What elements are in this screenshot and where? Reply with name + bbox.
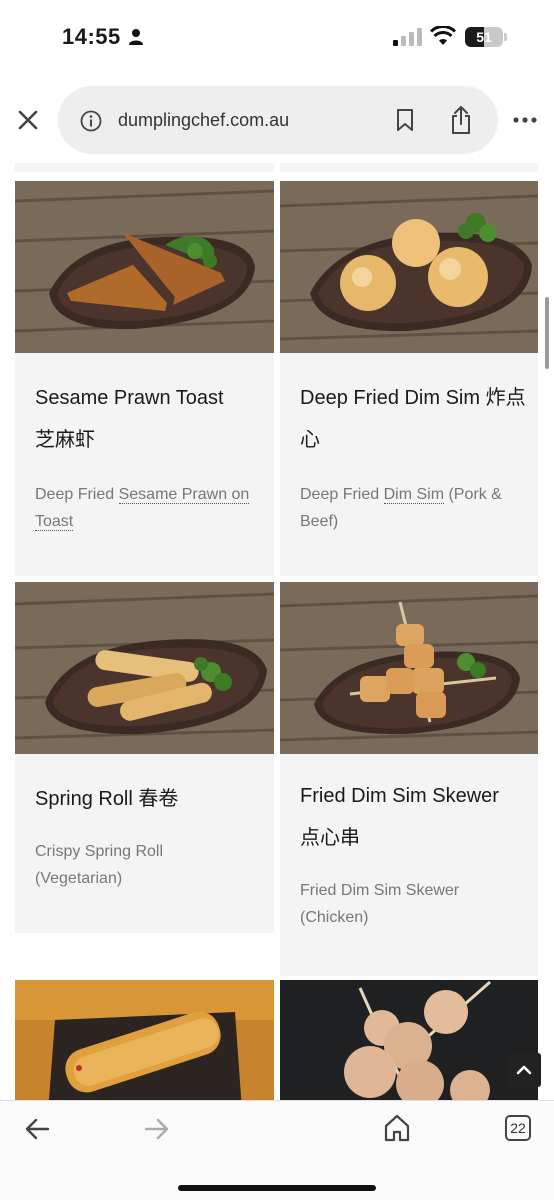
menu-card-partial [15,163,274,172]
menu-card[interactable]: Spring Roll 春卷 Crispy Spring Roll (Veget… [15,582,274,933]
status-bar: 14:55 51 [0,0,554,76]
menu-item-title: Fried Dim Sim Skewer [300,785,499,807]
person-icon [129,29,143,45]
menu-card[interactable]: Sesame Prawn Toast 芝麻虾 Deep Fried Sesame… [15,181,274,576]
share-icon[interactable] [449,105,473,135]
menu-item-description: Deep Fried Sesame Prawn on Toast [35,486,250,531]
menu-grid: Sesame Prawn Toast 芝麻虾 Deep Fried Sesame… [0,163,554,1100]
scroll-top-icon[interactable] [507,1053,541,1087]
menu-card[interactable]: Deep Fried Dim Sim 炸点心 Deep Fried Dim Si… [280,181,538,576]
home-indicator [178,1185,376,1191]
battery-level: 51 [476,29,492,45]
menu-item-description: Deep Fried Dim Sim (Pork & Beef) [300,486,502,530]
menu-item-title-cn: 春卷 [138,788,179,810]
menu-item-title: Sesame Prawn Toast [35,387,224,409]
menu-item-description: Crispy Spring Roll (Vegetarian) [35,843,164,887]
menu-item-image[interactable] [15,181,274,353]
address-bar[interactable]: dumplingchef.com.au [58,86,498,154]
menu-item-image[interactable] [280,181,538,353]
url-text[interactable]: dumplingchef.com.au [118,110,289,131]
menu-item-image[interactable] [15,582,274,754]
menu-card[interactable]: Fried Dim Sim Skewer 点心串 Fried Dim Sim S… [280,582,538,976]
back-arrow-icon[interactable] [24,1117,50,1141]
close-icon[interactable] [14,106,42,134]
forward-arrow-icon[interactable] [144,1117,170,1141]
menu-card-partial [280,163,538,172]
menu-item-title-cn: 芝麻虾 [35,429,95,451]
menu-card[interactable] [15,980,274,1100]
menu-card[interactable] [280,980,538,1100]
bottom-toolbar: 22 [0,1100,554,1200]
bookmark-icon[interactable] [394,108,416,132]
menu-item-title: Spring Roll 春卷 [35,788,179,810]
signal-icon [393,28,422,46]
wifi-icon [430,26,456,45]
tabs-button[interactable]: 22 [505,1115,531,1141]
browser-toolbar: dumplingchef.com.au [0,84,554,156]
menu-item-title: Deep Fried Dim Sim 炸点心 [300,387,526,451]
menu-item-title-cn: 点心串 [300,827,360,849]
more-icon[interactable] [512,112,538,128]
battery-icon: 51 [465,27,507,47]
info-icon[interactable] [80,110,102,132]
menu-item-description: Fried Dim Sim Skewer (Chicken) [300,882,460,926]
scroll-indicator[interactable] [545,297,549,369]
menu-item-image[interactable] [280,980,538,1100]
glossary-link[interactable]: Dim Sim [383,486,445,504]
home-icon[interactable] [383,1113,411,1143]
menu-item-image[interactable] [280,582,538,754]
menu-item-image[interactable] [15,980,274,1100]
status-time: 14:55 [62,24,121,49]
